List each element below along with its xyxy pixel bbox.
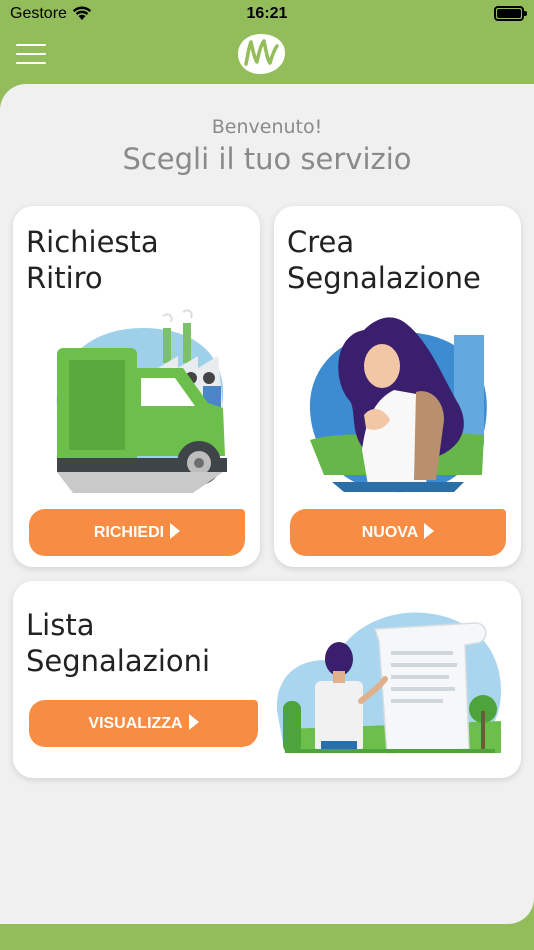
visualizza-button-label: VISUALIZZA xyxy=(88,715,183,732)
nuova-button[interactable]: NUOVA xyxy=(290,509,506,556)
card-title-line1: Crea xyxy=(287,225,355,259)
play-arrow-icon xyxy=(424,523,435,539)
status-bar: Gestore 16:21 xyxy=(0,0,534,30)
card-crea-segnalazione[interactable]: Crea Segnalazione NUOVA xyxy=(274,206,521,567)
document-scroll-illustration xyxy=(276,612,501,754)
card-title: Crea Segnalazione xyxy=(287,224,481,296)
card-title: Richiesta Ritiro xyxy=(26,224,159,296)
card-title-line1: Richiesta xyxy=(26,225,159,259)
clock: 16:21 xyxy=(246,5,288,22)
garbage-truck-illustration xyxy=(56,309,227,493)
welcome-text: Benvenuto! xyxy=(211,116,323,138)
card-title-line2: Segnalazione xyxy=(287,261,481,295)
app-logo-icon xyxy=(238,34,285,74)
card-title: Lista Segnalazioni xyxy=(26,607,210,679)
richiedi-button-label: RICHIEDI xyxy=(93,524,165,541)
card-lista-segnalazioni[interactable]: Lista Segnalazioni VISUALIZZA xyxy=(13,581,521,778)
hamburger-menu-icon[interactable] xyxy=(16,44,48,66)
page-title: Scegli il tuo servizio xyxy=(122,142,412,176)
visualizza-button[interactable]: VISUALIZZA xyxy=(29,700,258,747)
card-title-line2: Segnalazioni xyxy=(26,644,211,678)
woman-phone-illustration xyxy=(309,317,487,493)
play-arrow-icon xyxy=(188,714,199,730)
card-title-line1: Lista xyxy=(26,608,95,642)
richiedi-button[interactable]: RICHIEDI xyxy=(29,509,245,556)
card-title-line2: Ritiro xyxy=(26,261,103,295)
nuova-button-label: NUOVA xyxy=(361,524,419,541)
card-richiesta-ritiro[interactable]: Richiesta Ritiro RICHIEDI xyxy=(13,206,260,567)
battery-icon xyxy=(494,6,527,21)
play-arrow-icon xyxy=(170,523,181,539)
